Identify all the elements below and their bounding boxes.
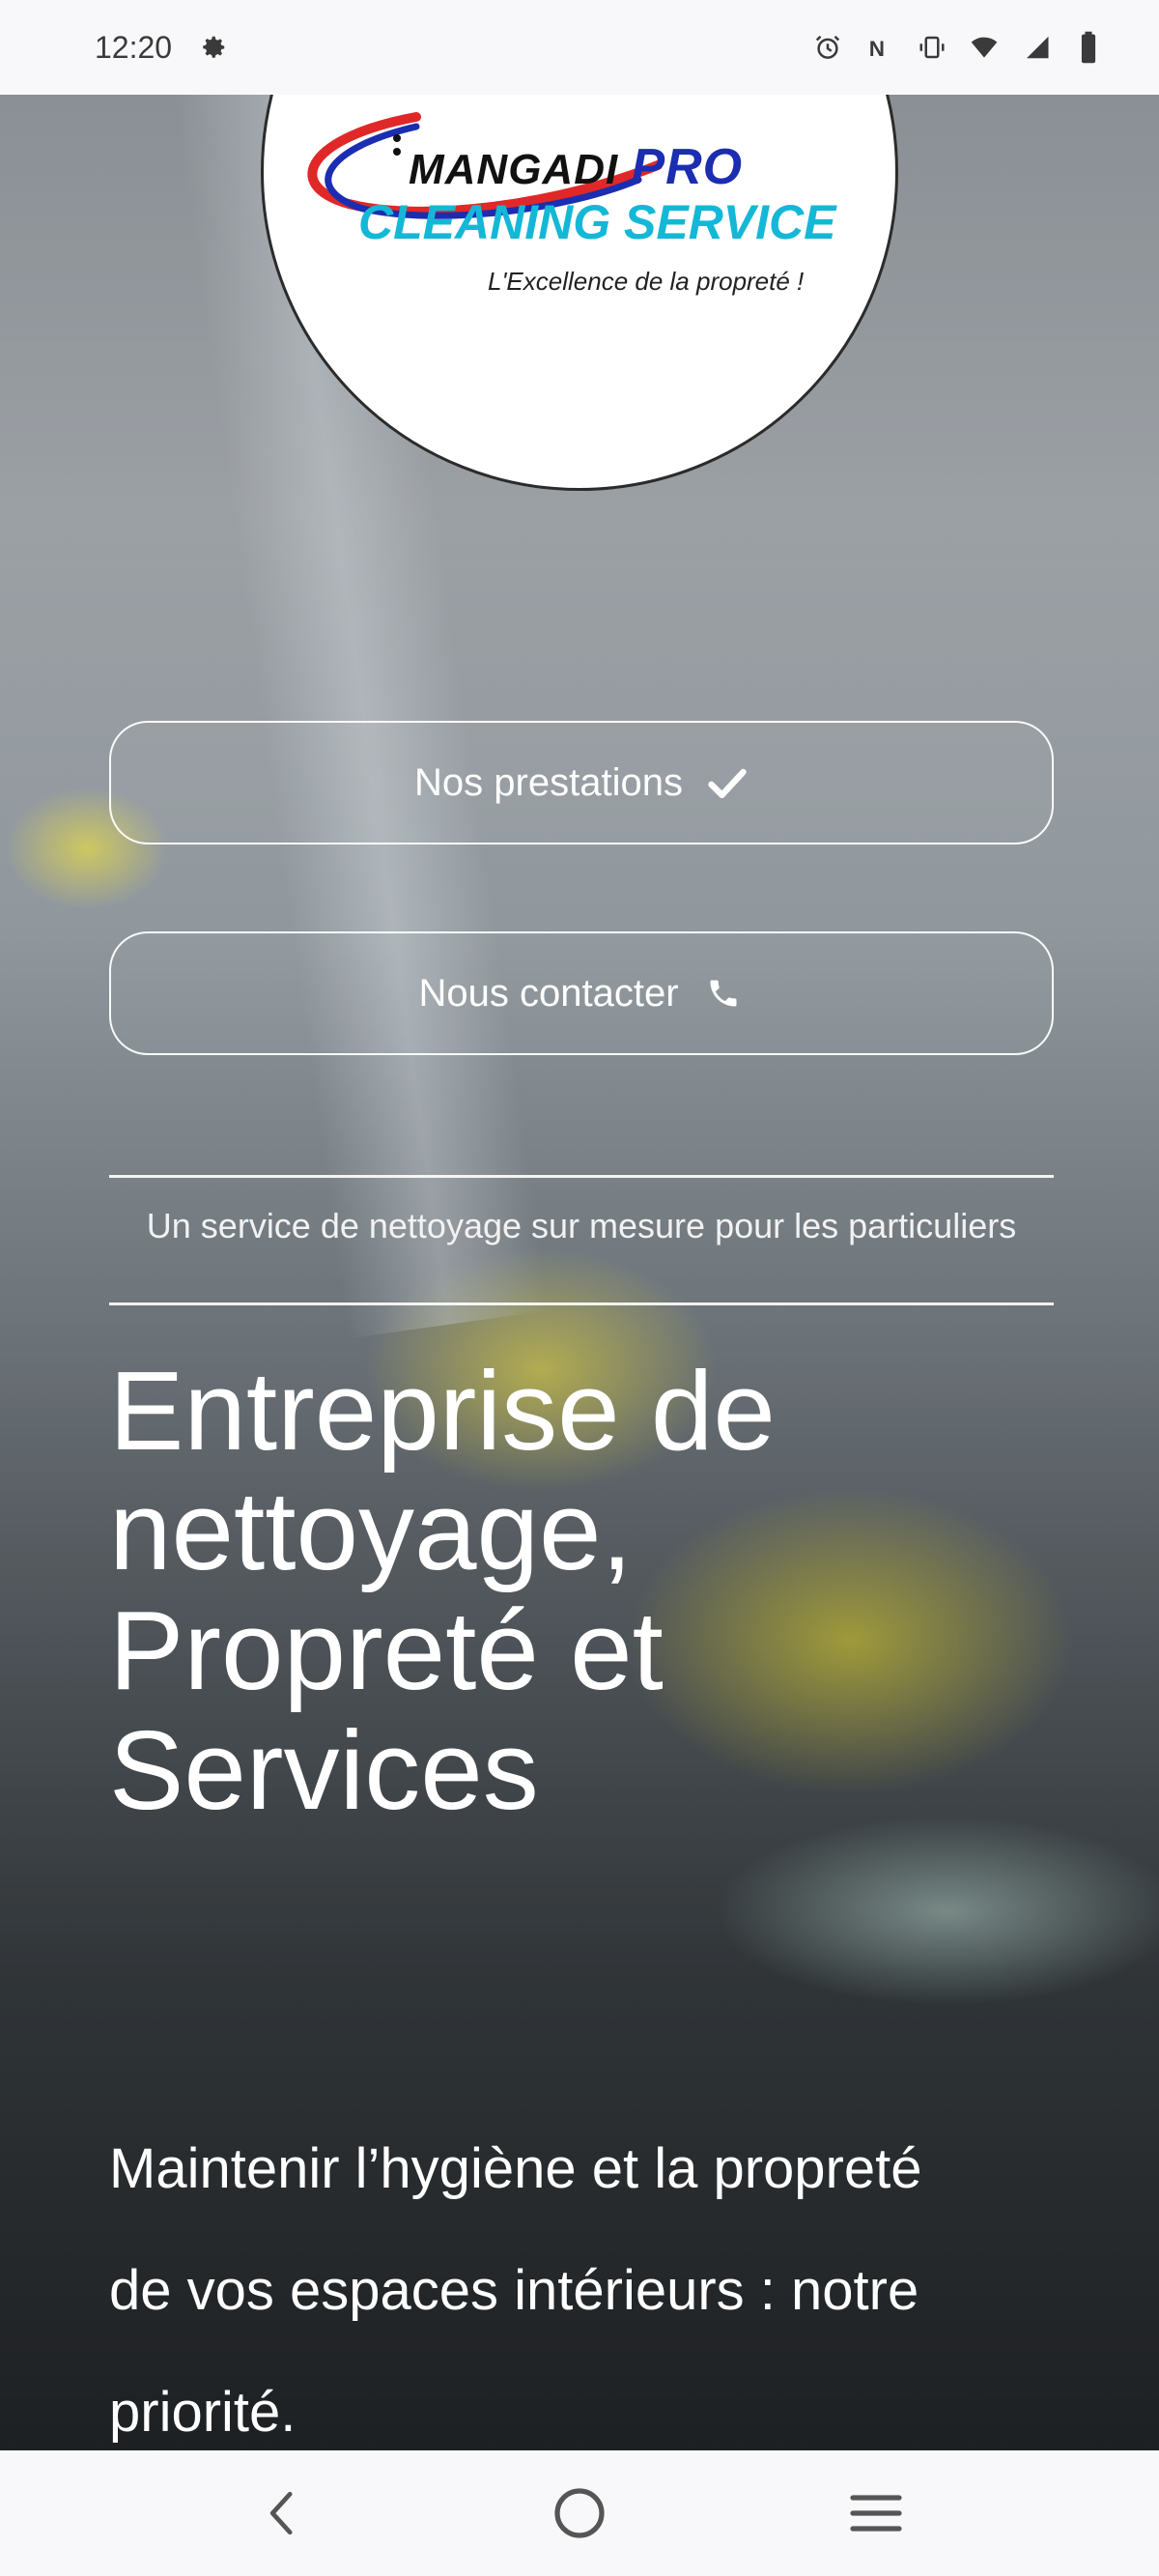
tagline-divider-bottom xyxy=(109,1302,1054,1305)
hero-subheading-line: de vos espaces intérieurs : notre xyxy=(109,2259,919,2322)
logo-brand-suffix: PRO xyxy=(631,139,744,195)
vibrate-icon xyxy=(916,31,948,64)
hero-subheading: Maintenir l’hygiène et la propreté de vo… xyxy=(109,2108,1085,2450)
check-icon xyxy=(706,761,749,804)
recents-icon xyxy=(850,2495,902,2532)
page-title-line: Services xyxy=(109,1707,539,1833)
hero-subheading-line: priorité. xyxy=(109,2381,297,2444)
services-button-label: Nos prestations xyxy=(414,760,683,804)
page-title-line: nettoyage, xyxy=(109,1468,633,1593)
contact-button-label: Nous contacter xyxy=(418,971,679,1015)
status-left: 12:20 xyxy=(95,30,230,66)
system-navigation-bar xyxy=(0,2450,1159,2576)
home-button[interactable] xyxy=(526,2460,633,2566)
home-icon xyxy=(554,2488,605,2538)
back-icon xyxy=(270,2491,293,2535)
wifi-icon xyxy=(968,31,1001,64)
nfc-icon: N xyxy=(863,31,896,64)
hero-tagline: Un service de nettoyage sur mesure pour … xyxy=(146,1206,1017,1245)
contact-button[interactable]: Nous contacter xyxy=(109,931,1054,1055)
logo-brand-name: MANGADI xyxy=(409,146,619,193)
settings-gear-icon xyxy=(197,31,230,64)
status-bar: 12:20 N xyxy=(0,0,1159,95)
hero-subheading-line: Maintenir l’hygiène et la propreté xyxy=(109,2137,922,2200)
page-title-line: Propreté et xyxy=(109,1588,664,1713)
phone-icon xyxy=(702,972,745,1015)
hero-section: MANGADI PRO CLEANING SERVICE L'Excellenc… xyxy=(0,95,1159,2450)
back-button[interactable] xyxy=(230,2460,336,2566)
logo-service-line: CLEANING SERVICE xyxy=(358,195,836,249)
tagline-divider-top xyxy=(109,1175,1054,1178)
status-right: N xyxy=(811,31,1105,64)
status-time: 12:20 xyxy=(95,29,173,65)
battery-icon xyxy=(1072,31,1105,64)
logo-tagline: L'Excellence de la propreté ! xyxy=(488,267,805,296)
services-button[interactable]: Nos prestations xyxy=(109,721,1054,844)
alarm-icon xyxy=(811,31,844,64)
logo-brand-line: MANGADI PRO xyxy=(409,138,743,196)
signal-icon xyxy=(1020,31,1053,64)
page-title-line: Entreprise de xyxy=(109,1348,776,1474)
page-title: Entreprise de nettoyage, Propreté et Ser… xyxy=(109,1351,1075,1830)
recents-button[interactable] xyxy=(823,2460,929,2566)
svg-text:N: N xyxy=(869,37,885,61)
